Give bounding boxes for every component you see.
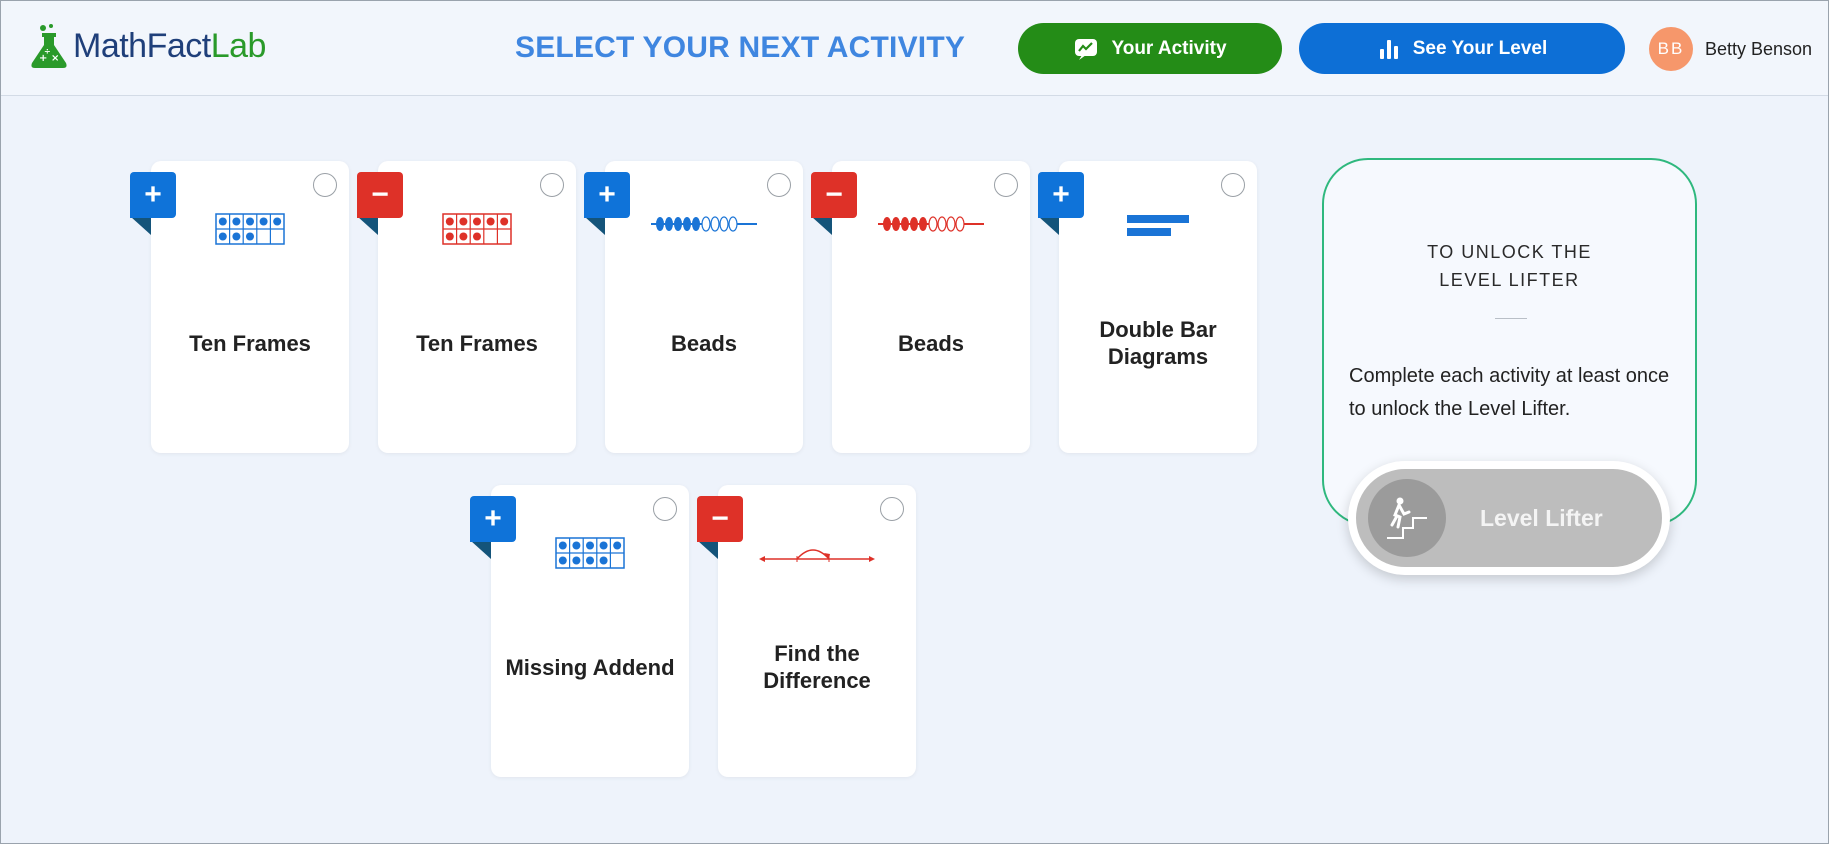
number-line-icon <box>718 537 916 571</box>
ten-frame-icon <box>151 213 349 245</box>
ten-frame-icon <box>491 537 689 569</box>
user-menu[interactable]: BB Betty Benson <box>1649 27 1812 71</box>
plus-icon: + <box>130 172 176 218</box>
level-lifter-button[interactable]: Level Lifter <box>1348 461 1670 575</box>
activity-card-missing-addend[interactable]: Missing Addend <box>491 485 689 777</box>
activity-label: Missing Addend <box>505 654 675 680</box>
bar-chart-icon <box>1379 39 1398 59</box>
plus-icon: + <box>1038 172 1084 218</box>
completion-indicator <box>540 173 564 197</box>
see-your-level-label: See Your Level <box>1412 37 1548 59</box>
badge-fold <box>131 217 151 235</box>
beads-icon <box>605 213 803 235</box>
activity-label: Ten Frames <box>189 330 311 356</box>
activity-label: Double Bar Diagrams <box>1099 317 1217 369</box>
minus-icon: − <box>357 172 403 218</box>
activity-card-double-bar-diagrams[interactable]: Double Bar Diagrams <box>1059 161 1257 453</box>
app-logo[interactable]: + × ÷ MathFactLab <box>29 23 266 69</box>
activity-card-ten-frames-addition[interactable]: Ten Frames <box>151 161 349 453</box>
ten-frame-icon <box>378 213 576 245</box>
flask-icon: + × ÷ <box>31 24 67 68</box>
badge-fold <box>358 217 378 235</box>
svg-text:×: × <box>51 53 59 64</box>
activity-label: Ten Frames <box>416 330 538 356</box>
minus-icon: − <box>697 496 743 542</box>
your-activity-label: Your Activity <box>1111 37 1227 59</box>
completion-indicator <box>767 173 791 197</box>
divider <box>1495 318 1527 319</box>
level-lifter-label: Level Lifter <box>1480 504 1603 531</box>
activity-chart-icon <box>1075 38 1098 60</box>
svg-text:÷: ÷ <box>44 47 51 56</box>
completion-indicator <box>313 173 337 197</box>
your-activity-button[interactable]: Your Activity <box>1018 23 1282 74</box>
unlock-heading: TO UNLOCK THE LEVEL LIFTER <box>1427 242 1592 290</box>
activity-label: Find the Difference <box>763 641 871 693</box>
avatar: BB <box>1649 27 1693 71</box>
plus-icon: + <box>470 496 516 542</box>
minus-icon: − <box>811 172 857 218</box>
completion-indicator <box>880 497 904 521</box>
level-lifter-pill: Level Lifter <box>1356 469 1662 567</box>
activity-label: Beads <box>670 330 738 356</box>
completion-indicator <box>1221 173 1245 197</box>
badge-fold <box>471 541 491 559</box>
activity-label: Beads <box>897 330 965 356</box>
stairs-climber-icon <box>1368 479 1446 557</box>
completion-indicator <box>994 173 1018 197</box>
top-bar: + × ÷ MathFactLab SELECT YOUR NEXT ACTIV… <box>1 1 1828 96</box>
badge-fold <box>1039 217 1059 235</box>
badge-fold <box>812 217 832 235</box>
user-name: Betty Benson <box>1705 38 1813 59</box>
activity-card-find-the-difference[interactable]: Find the Difference <box>718 485 916 777</box>
see-your-level-button[interactable]: See Your Level <box>1299 23 1625 74</box>
page-title: SELECT YOUR NEXT ACTIVITY <box>515 31 966 64</box>
beads-icon <box>832 213 1030 235</box>
activity-card-ten-frames-subtraction[interactable]: Ten Frames <box>378 161 576 453</box>
plus-icon: + <box>584 172 630 218</box>
unlock-description: Complete each activity at least once to … <box>1349 365 1670 420</box>
activity-card-beads-subtraction[interactable]: Beads <box>832 161 1030 453</box>
bar-diagram-icon <box>1059 213 1257 239</box>
completion-indicator <box>653 497 677 521</box>
logo-text: MathFactLab <box>73 26 266 65</box>
badge-fold <box>585 217 605 235</box>
badge-fold <box>698 541 718 559</box>
activity-card-beads-addition[interactable]: Beads <box>605 161 803 453</box>
